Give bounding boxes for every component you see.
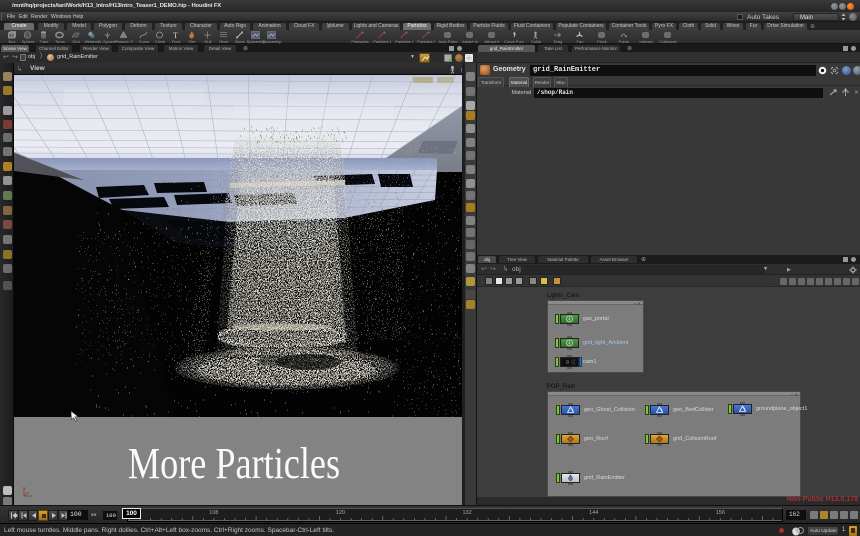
svg-text:108: 108 bbox=[209, 510, 218, 516]
svg-text:144: 144 bbox=[589, 510, 598, 516]
svg-text:T: T bbox=[173, 31, 178, 39]
svg-text:156: 156 bbox=[716, 510, 725, 516]
svg-text:132: 132 bbox=[463, 510, 472, 516]
svg-text:120: 120 bbox=[336, 510, 345, 516]
